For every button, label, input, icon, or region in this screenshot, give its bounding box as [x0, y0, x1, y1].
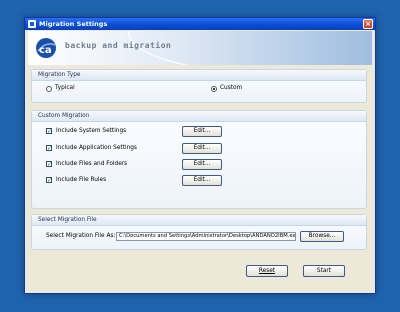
- banner-tagline: backup and migration: [65, 41, 172, 50]
- checkbox-application-settings[interactable]: ✓: [46, 145, 52, 152]
- edit-application-settings-button[interactable]: Edit...: [182, 143, 222, 154]
- system-settings-label: Include System Settings: [56, 128, 127, 134]
- radio-custom-label[interactable]: Custom: [220, 85, 242, 91]
- migration-file-group: Select Migration File Select Migration F…: [31, 214, 367, 250]
- edit-files-folders-button[interactable]: Edit...: [182, 159, 222, 170]
- browse-button[interactable]: Browse...: [300, 231, 344, 242]
- window-title: Migration Settings: [39, 20, 108, 28]
- checkbox-file-rules[interactable]: ✓: [46, 177, 52, 184]
- application-settings-label: Include Application Settings: [56, 145, 137, 151]
- migration-file-header: Select Migration File: [32, 215, 366, 226]
- radio-typical-label[interactable]: Typical: [55, 85, 75, 91]
- ca-logo-text: ca: [39, 45, 52, 56]
- close-button[interactable]: ×: [363, 19, 373, 29]
- radio-custom[interactable]: [211, 86, 217, 92]
- radio-typical[interactable]: [46, 86, 52, 92]
- files-folders-label: Include Files and Folders: [56, 161, 128, 167]
- migration-settings-window: Migration Settings × ca backup and migra…: [24, 17, 376, 294]
- title-bar[interactable]: Migration Settings ×: [25, 18, 375, 30]
- start-button[interactable]: Start: [303, 265, 345, 277]
- edit-file-rules-button[interactable]: Edit...: [182, 175, 222, 186]
- edit-system-settings-button[interactable]: Edit...: [182, 126, 222, 137]
- reset-button[interactable]: Reset: [246, 265, 288, 277]
- migration-file-label: Select Migration File As:: [46, 233, 116, 239]
- checkbox-system-settings[interactable]: ✓: [46, 128, 52, 135]
- migration-type-group: Migration Type Typical Custom: [31, 69, 367, 103]
- file-rules-label: Include File Rules: [56, 177, 107, 183]
- custom-migration-header: Custom Migration: [32, 111, 366, 122]
- checkbox-files-folders[interactable]: ✓: [46, 161, 52, 168]
- app-icon: [28, 20, 36, 28]
- migration-file-path-input[interactable]: C:\Documents and Settings\Administrator\…: [116, 232, 296, 241]
- banner: ca backup and migration: [28, 31, 372, 65]
- ca-logo: ca: [36, 38, 56, 58]
- migration-type-header: Migration Type: [32, 70, 366, 81]
- custom-migration-group: Custom Migration ✓ Include System Settin…: [31, 110, 367, 209]
